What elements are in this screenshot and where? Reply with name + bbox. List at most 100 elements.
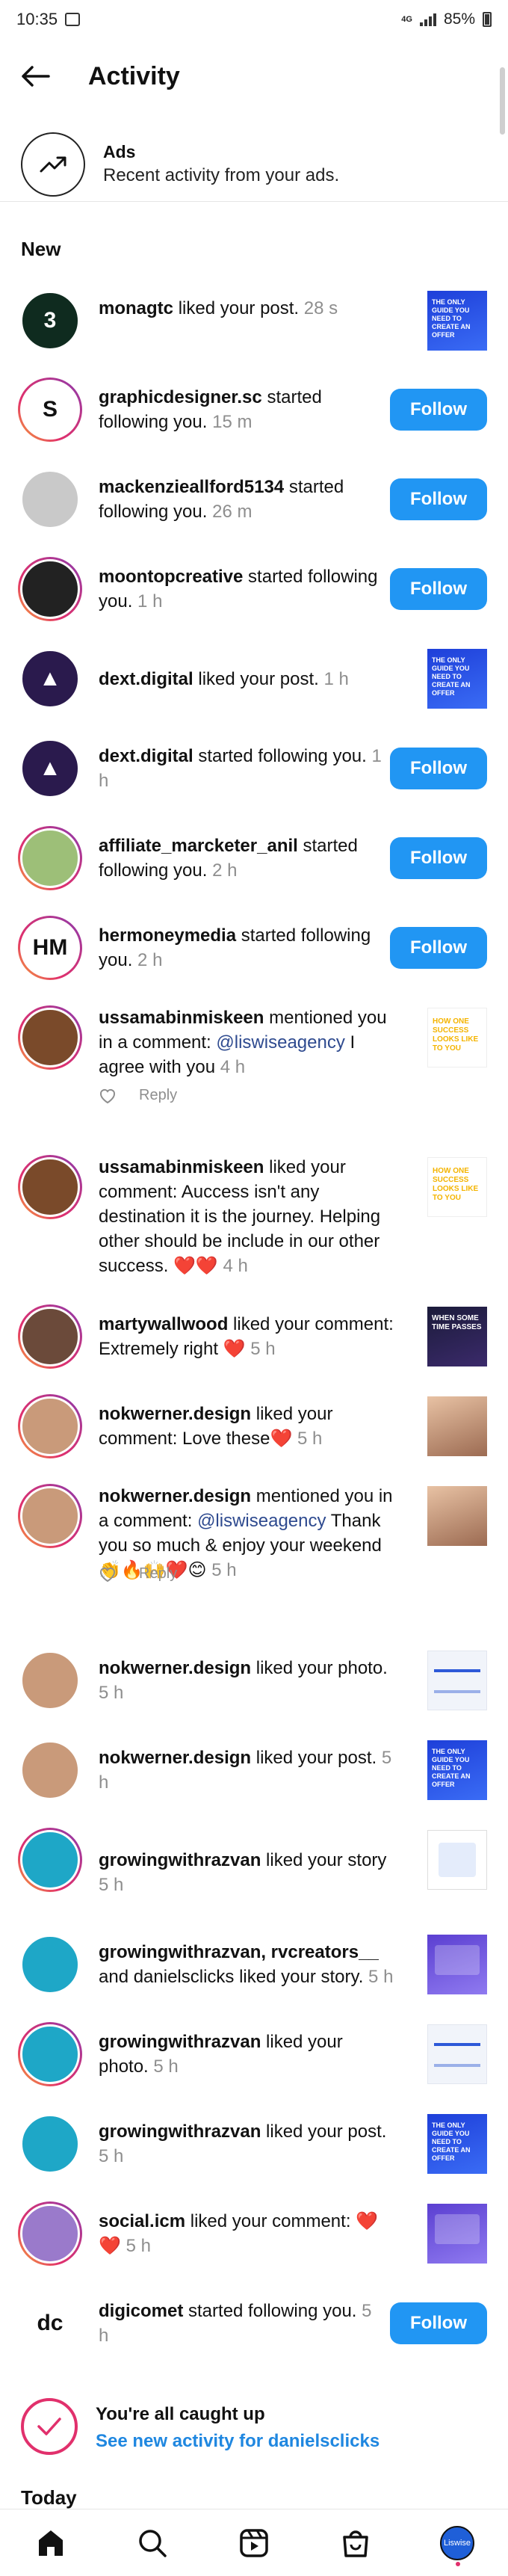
follow-button[interactable]: Follow (390, 2302, 487, 2344)
username[interactable]: nokwerner.design (99, 1404, 251, 1424)
avatar[interactable]: ▲ (18, 647, 82, 711)
username[interactable]: growingwithrazvan (99, 1850, 261, 1870)
avatar[interactable] (18, 467, 82, 531)
back-button[interactable] (9, 50, 61, 102)
ads-row[interactable]: Ads Recent activity from your ads. (0, 127, 508, 202)
avatar[interactable] (18, 1005, 82, 1070)
post-thumbnail[interactable] (427, 2204, 487, 2264)
avatar[interactable] (18, 1304, 82, 1369)
notification-row[interactable]: dc digicomet started following you. 5 h Fo… (0, 2291, 508, 2370)
notification-row[interactable]: ussamabinmiskeen mentioned you in a comm… (0, 1005, 508, 1109)
nav-search[interactable] (126, 2517, 179, 2569)
notification-row[interactable]: nokwerner.design liked your comment: Lov… (0, 1394, 508, 1473)
notification-row[interactable]: nokwerner.design mentioned you in a comm… (0, 1484, 508, 1588)
nav-home[interactable] (25, 2517, 77, 2569)
notification-row[interactable]: Sgraphicdesigner.sc started following yo… (0, 378, 508, 457)
avatar[interactable] (18, 1738, 82, 1802)
notification-row[interactable]: HM hermoneymedia started following you. 2… (0, 916, 508, 995)
avatar[interactable] (18, 1484, 82, 1548)
notification-row[interactable]: 3 monagtc liked your post. 28 s THE ONLY G… (0, 289, 508, 368)
avatar[interactable] (18, 1394, 82, 1458)
avatar[interactable] (18, 2022, 82, 2086)
username[interactable]: graphicdesigner.sc (99, 387, 262, 407)
notification-row[interactable]: growingwithrazvan liked your post. 5 h TH… (0, 2112, 508, 2191)
notification-row[interactable]: social.icm liked your comment: ❤️❤️ 5 h (0, 2201, 508, 2281)
heart-icon[interactable] (99, 1088, 117, 1104)
avatar[interactable] (18, 2201, 82, 2266)
avatar[interactable] (18, 557, 82, 621)
avatar[interactable] (18, 1932, 82, 1997)
notification-row[interactable]: moontopcreative started following you. 1… (0, 557, 508, 636)
notification-row[interactable]: growingwithrazvan liked your photo. 5 h (0, 2022, 508, 2101)
post-thumbnail[interactable]: THE ONLY GUIDE YOU NEED TO CREATE AN OFF… (427, 2114, 487, 2174)
username[interactable]: monagtc (99, 298, 173, 318)
username[interactable]: moontopcreative (99, 567, 243, 587)
follow-button[interactable]: Follow (390, 389, 487, 431)
post-thumbnail[interactable]: HOW ONE SUCCESS LOOKS LIKE TO YOU (427, 1157, 487, 1217)
avatar[interactable] (18, 2112, 82, 2176)
post-thumbnail[interactable] (427, 2024, 487, 2084)
username[interactable]: growingwithrazvan, rvcreators__ (99, 1942, 379, 1962)
username[interactable]: hermoneymedia (99, 925, 236, 946)
post-thumbnail[interactable] (427, 1651, 487, 1710)
avatar[interactable]: 3 (18, 289, 82, 353)
nav-profile[interactable]: Liswise (431, 2517, 483, 2569)
post-thumbnail[interactable]: THE ONLY GUIDE YOU NEED TO CREATE AN OFF… (427, 1740, 487, 1800)
username[interactable]: dext.digital (99, 746, 193, 766)
post-thumbnail[interactable] (427, 1935, 487, 1994)
follow-button[interactable]: Follow (390, 748, 487, 789)
username[interactable]: digicomet (99, 2301, 183, 2321)
username[interactable]: growingwithrazvan (99, 2121, 261, 2142)
username[interactable]: nokwerner.design (99, 1658, 251, 1678)
avatar[interactable]: ▲ (18, 736, 82, 801)
mention-link[interactable]: @liswiseagency (216, 1032, 344, 1053)
mention-link[interactable]: @liswiseagency (197, 1511, 326, 1531)
reply-button[interactable]: Reply (139, 1565, 177, 1583)
notification-row[interactable]: growingwithrazvan liked your story 5 h (0, 1828, 508, 1895)
nav-shop[interactable] (329, 2517, 382, 2569)
username[interactable]: dext.digital (99, 669, 193, 689)
post-thumbnail[interactable]: THE ONLY GUIDE YOU NEED TO CREATE AN OFF… (427, 291, 487, 351)
post-thumbnail[interactable]: WHEN SOME TIME PASSES (427, 1307, 487, 1366)
notification-row[interactable]: ▲ dext.digital started following you. 1 h… (0, 736, 508, 816)
avatar[interactable] (18, 1155, 82, 1219)
username[interactable]: martywallwood (99, 1314, 228, 1334)
post-thumbnail[interactable] (427, 1486, 487, 1546)
scrollbar[interactable] (500, 67, 505, 135)
avatar[interactable]: S (18, 378, 82, 442)
username[interactable]: affiliate_marcketer_anil (99, 836, 298, 856)
avatar[interactable] (18, 826, 82, 890)
notification-row[interactable]: growingwithrazvan, rvcreators__ and dani… (0, 1932, 508, 2012)
username[interactable]: social.icm (99, 2211, 185, 2231)
notification-row[interactable]: nokwerner.design liked your photo. 5 h (0, 1648, 508, 1728)
notification-row[interactable]: martywallwood liked your comment: Extrem… (0, 1304, 508, 1384)
follow-button[interactable]: Follow (390, 568, 487, 610)
avatar[interactable]: dc (18, 2291, 82, 2355)
post-thumbnail[interactable]: HOW ONE SUCCESS LOOKS LIKE TO YOU (427, 1008, 487, 1067)
avatar[interactable] (18, 1828, 82, 1892)
see-new-activity-link[interactable]: See new activity for danielsclicks (96, 2431, 380, 2452)
follow-button[interactable]: Follow (390, 837, 487, 879)
post-thumbnail[interactable] (427, 1830, 487, 1890)
username[interactable]: ussamabinmiskeen (99, 1157, 264, 1177)
reply-button[interactable]: Reply (139, 1087, 177, 1104)
notification-row[interactable]: ▲ dext.digital liked your post. 1 h THE ON… (0, 647, 508, 709)
notification-row[interactable]: nokwerner.design liked your post. 5 h THE… (0, 1738, 508, 1817)
notification-row[interactable]: mackenzieallford5134 started following y… (0, 467, 508, 546)
username[interactable]: ussamabinmiskeen (99, 1008, 264, 1028)
heart-icon[interactable] (99, 1566, 117, 1583)
avatar[interactable]: HM (18, 916, 82, 980)
notification-row[interactable]: ussamabinmiskeen liked your comment: Auc… (0, 1155, 508, 1284)
username[interactable]: nokwerner.design (99, 1748, 251, 1768)
notification-row[interactable]: affiliate_marcketer_anil started followi… (0, 826, 508, 905)
username[interactable]: mackenzieallford5134 (99, 477, 284, 497)
notification-text: monagtc liked your post. 28 s (99, 296, 397, 321)
username[interactable]: growingwithrazvan (99, 2032, 261, 2052)
username[interactable]: nokwerner.design (99, 1486, 251, 1506)
follow-button[interactable]: Follow (390, 927, 487, 969)
follow-button[interactable]: Follow (390, 478, 487, 520)
post-thumbnail[interactable]: THE ONLY GUIDE YOU NEED TO CREATE AN OFF… (427, 649, 487, 709)
avatar[interactable] (18, 1648, 82, 1713)
nav-reels[interactable] (228, 2517, 280, 2569)
post-thumbnail[interactable] (427, 1396, 487, 1456)
